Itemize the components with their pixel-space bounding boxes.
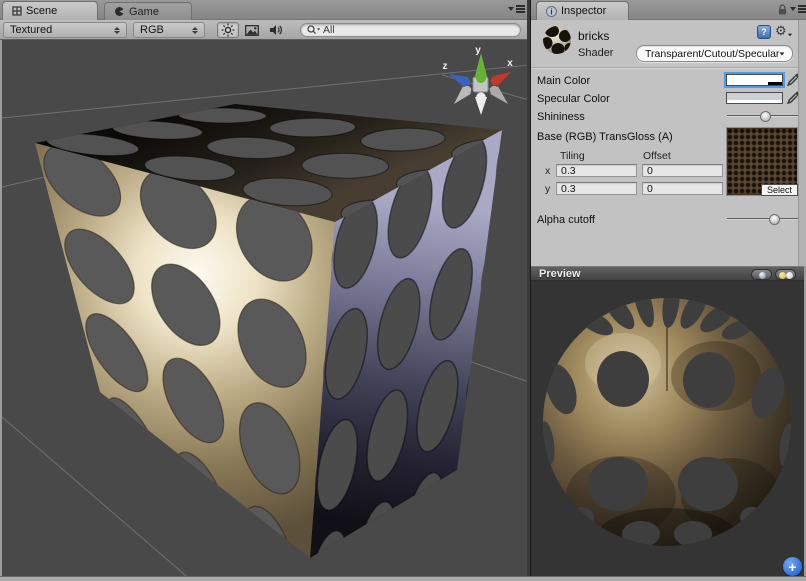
scene-tabbar: Scene Game (0, 0, 531, 20)
inspector-tabbar: i Inspector (531, 0, 806, 20)
tab-inspector-label: Inspector (561, 5, 606, 17)
alpha-cutoff-slider[interactable] (727, 213, 798, 225)
window-bottom-edge (0, 576, 806, 581)
scene-audio-toggle[interactable] (265, 22, 287, 38)
specular-color-alpha-bar (727, 100, 782, 103)
x-row-label: x (545, 165, 550, 177)
add-button[interactable]: + (783, 557, 802, 576)
tiling-header: Tiling (560, 150, 585, 162)
inspector-panel: bricks Shader Transparent/Cutout/Specula… (531, 20, 806, 266)
gizmo-z-label: z (443, 61, 448, 72)
light-dot-icon (779, 272, 786, 279)
texture-select-button[interactable]: Select (761, 184, 798, 196)
preview-model-button[interactable] (751, 269, 772, 280)
offset-header: Offset (643, 150, 671, 162)
alpha-cutoff-label: Alpha cutoff (537, 214, 595, 226)
scene-panel-menu-icon[interactable] (508, 5, 525, 13)
preview-viewport[interactable] (531, 281, 804, 576)
render-paths-toggle[interactable] (241, 22, 263, 38)
tab-game-label: Game (129, 6, 159, 18)
sun-icon (221, 23, 235, 37)
preview-lighting-button[interactable] (775, 269, 796, 280)
main-color-alpha-bar (727, 82, 782, 85)
slider-handle[interactable] (760, 111, 771, 122)
draw-mode-dropdown[interactable]: Textured (3, 22, 127, 38)
base-texture-label: Base (RGB) TransGloss (A) (537, 131, 673, 143)
scene-grid-icon (12, 6, 22, 16)
game-icon (114, 6, 125, 17)
material-ball-icon (542, 25, 572, 55)
scene-toolbar: Textured RGB (0, 20, 531, 40)
tab-inspector[interactable]: i Inspector (536, 1, 629, 20)
draw-mode-value: Textured (10, 24, 52, 36)
updown-arrows-icon (192, 27, 198, 34)
main-color-swatch[interactable] (726, 74, 783, 86)
x-offset-input[interactable]: 0 (642, 164, 723, 177)
render-mode-value: RGB (140, 24, 164, 36)
scene-viewport[interactable]: y x z (0, 40, 527, 576)
x-tiling-input[interactable]: 0.3 (556, 164, 637, 177)
y-tiling-input[interactable]: 0.3 (556, 182, 637, 195)
info-icon: i (546, 6, 557, 17)
y-row-label: y (545, 183, 550, 195)
main-color-label: Main Color (537, 75, 590, 87)
preview-sphere (531, 281, 804, 576)
shininess-label: Shininess (537, 111, 585, 123)
preview-header[interactable]: Preview (531, 266, 806, 281)
light-dot-icon (786, 272, 793, 279)
gizmo-y-label: y (475, 45, 481, 56)
scene-3d-view: y x z (2, 40, 527, 576)
preview-section: Preview (531, 266, 806, 576)
lock-icon[interactable] (777, 4, 788, 16)
image-icon (245, 25, 259, 36)
y-offset-input[interactable]: 0 (642, 182, 723, 195)
inspector-scrollbar[interactable] (798, 20, 806, 266)
preview-title: Preview (531, 268, 581, 280)
tab-scene[interactable]: Scene (2, 1, 98, 20)
specular-color-label: Specular Color (537, 93, 610, 105)
inspector-panel-menu-icon[interactable] (790, 5, 806, 13)
sphere-icon (759, 272, 766, 279)
svg-text:i: i (550, 7, 552, 16)
search-icon (307, 25, 320, 35)
shininess-slider[interactable] (727, 110, 798, 122)
search-value: All (323, 24, 335, 36)
shader-dropdown[interactable]: Transparent/Cutout/Specular (636, 45, 793, 62)
shader-value: Transparent/Cutout/Specular (645, 48, 779, 60)
speaker-icon (269, 24, 283, 36)
updown-arrows-icon (114, 27, 120, 34)
material-name: bricks (578, 29, 609, 43)
scene-lighting-toggle[interactable] (217, 22, 239, 38)
gear-icon[interactable]: ⚙ (775, 23, 787, 39)
specular-color-swatch[interactable] (726, 92, 783, 104)
gizmo-x-label: x (507, 58, 513, 69)
render-mode-dropdown[interactable]: RGB (133, 22, 205, 38)
base-texture-thumbnail[interactable]: Select (726, 127, 798, 196)
unity-editor-window: Scene Game Textured RGB (0, 0, 806, 581)
tab-game[interactable]: Game (104, 2, 192, 20)
tab-scene-label: Scene (26, 5, 57, 17)
slider-handle[interactable] (769, 214, 780, 225)
scene-search-input[interactable]: All (300, 23, 521, 37)
section-divider (531, 67, 798, 69)
help-button[interactable]: ? (757, 25, 771, 39)
shader-label: Shader (578, 47, 613, 59)
chevron-down-icon (780, 52, 785, 55)
